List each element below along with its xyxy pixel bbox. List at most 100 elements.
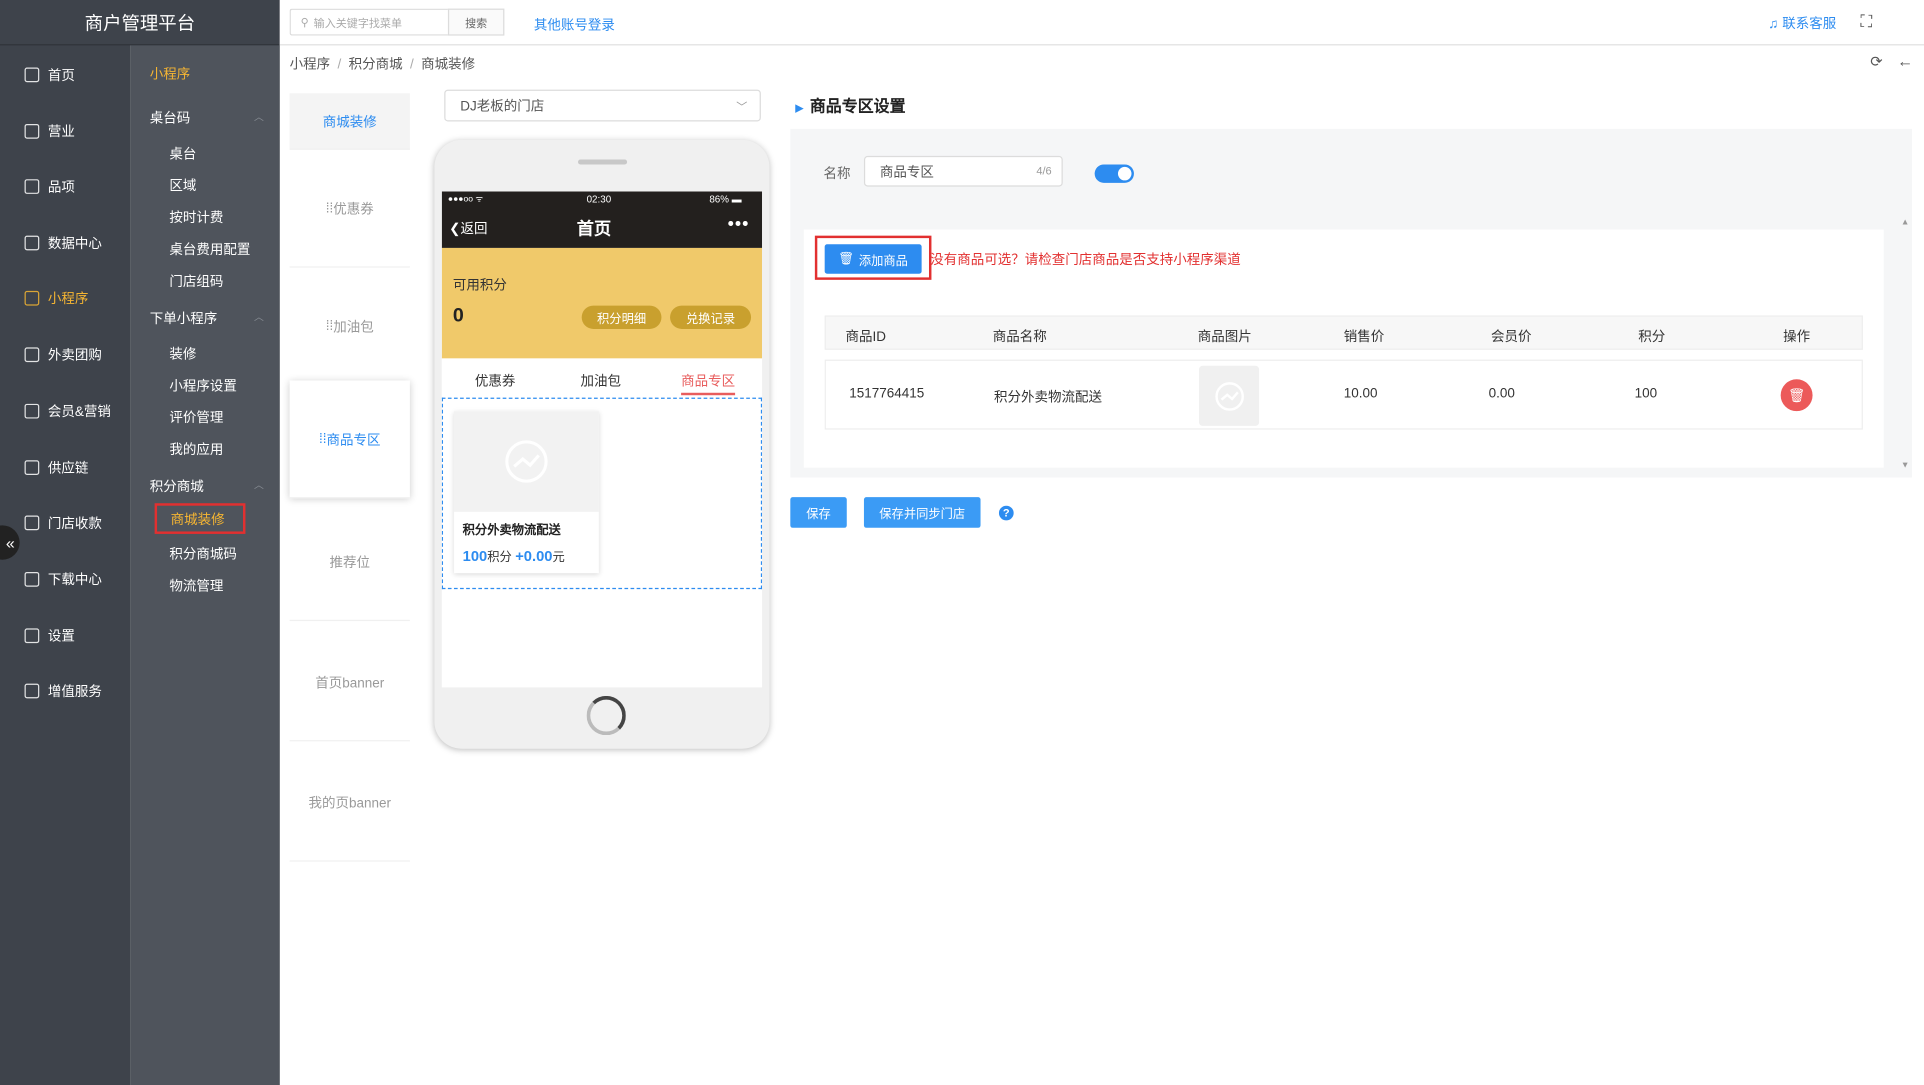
nav-value-added[interactable]: 增值服务 <box>0 673 130 710</box>
breadcrumb-item[interactable]: 小程序 <box>290 58 330 73</box>
other-account-login-link[interactable]: 其他账号登录 <box>534 15 615 35</box>
points-card: 可用积分 0 积分明细 兑换记录 <box>441 247 763 359</box>
fullscreen-icon[interactable]: ⛶ <box>1860 11 1872 32</box>
nav-supply-chain[interactable]: 供应链 <box>0 449 130 486</box>
product-price: 100积分 +0.00元 <box>462 547 565 565</box>
tab-mine-banner[interactable]: 我的页banner <box>289 744 410 862</box>
clock-icon <box>24 683 40 699</box>
subnav-group-table-code[interactable]: 桌台码 ︿ <box>150 108 264 128</box>
nav-download[interactable]: 下载中心 <box>0 561 130 598</box>
tab-recommend[interactable]: 推荐位 <box>289 503 410 622</box>
trash-icon: 🗑 <box>838 252 854 266</box>
nav-delivery[interactable]: 外卖团购 <box>0 336 130 373</box>
nav-mini-program[interactable]: 小程序 <box>0 280 130 317</box>
warning-text: 没有商品可选？请检查门店商品是否支持小程序渠道 <box>930 252 1241 268</box>
nav-store-payment[interactable]: 门店收款 <box>0 504 130 541</box>
trash-icon: 🗑 <box>1788 388 1806 404</box>
share-icon <box>24 235 40 251</box>
subnav-item-review[interactable]: 评价管理 <box>169 407 223 427</box>
phone-speaker <box>578 159 628 165</box>
phone-icon <box>24 290 40 306</box>
save-sync-button[interactable]: 保存并同步门店 <box>863 497 981 528</box>
phone-tab-fuel: 加油包 <box>580 374 621 390</box>
product-list-panel: 🗑 添加商品 没有商品可选？请检查门店商品是否支持小程序渠道 商品ID 商品名称 … <box>803 229 1884 468</box>
subnav-group-order-mini[interactable]: 下单小程序 ︿ <box>150 308 264 328</box>
settings-panel: 名称 商品专区 4/6 🗑 添加商品 没有商品可选？请检查门店商品是否支持小程序渠道… <box>790 128 1912 478</box>
name-input[interactable]: 商品专区 4/6 <box>863 155 1063 187</box>
chevron-left-icon: ❮ <box>449 222 461 237</box>
phone-screen: ●●●oo ᯤ 02:30 86% ▬ ❮返回 首页 ••• 可用积分 0 积分… <box>441 191 763 688</box>
search-button[interactable]: 搜索 <box>447 8 505 36</box>
subnav-title: 小程序 <box>149 67 191 83</box>
subnav-item-hourly-billing[interactable]: 按时计费 <box>169 207 223 227</box>
cell-member-price: 0.00 <box>1488 386 1515 402</box>
phone-home-button <box>586 695 626 736</box>
section-title: ▶ 商品专区设置 <box>795 96 906 116</box>
scroll-up-icon[interactable]: ▲ <box>1901 218 1910 227</box>
panel-scrollbar[interactable]: ▲ ▼ <box>1898 218 1910 476</box>
gear-icon <box>24 628 40 644</box>
tab-home-banner[interactable]: 首页banner <box>289 624 410 742</box>
points-detail-button: 积分明细 <box>581 305 662 329</box>
add-product-button[interactable]: 🗑 添加商品 <box>824 244 922 274</box>
decoration-tabs: 商城装修 ⁞⁞ 优惠券 ⁞⁞ 加油包 ⁞⁞ 商品专区 推荐位 首页banner 我的页… <box>289 79 410 865</box>
breadcrumb: 小程序 / 积分商城 / 商城装修 <box>289 57 476 73</box>
tab-coupons[interactable]: ⁞⁞ 优惠券 <box>289 150 410 268</box>
col-points: 积分 <box>1638 330 1666 345</box>
exchange-record-button: 兑换记录 <box>670 305 752 329</box>
image-placeholder-icon <box>1198 365 1260 426</box>
subnav-item-logistics[interactable]: 物流管理 <box>169 576 223 596</box>
nav-business[interactable]: 营业 <box>0 113 130 150</box>
subnav-item-decoration[interactable]: 装修 <box>169 344 196 364</box>
add-button-highlight: 🗑 添加商品 <box>814 235 932 280</box>
subnav-group-points-mall[interactable]: 积分商城 ︿ <box>150 476 264 496</box>
tab-fuel-pack[interactable]: ⁞⁞ 加油包 <box>289 268 410 386</box>
refresh-icon[interactable]: ⟳ <box>1870 53 1882 70</box>
subnav-item-area[interactable]: 区域 <box>169 176 196 196</box>
subnav-item-mall-decoration[interactable]: 商城装修 <box>154 503 246 534</box>
cell-sale-price: 10.00 <box>1343 386 1378 402</box>
cell-id: 1517764415 <box>849 386 925 402</box>
subnav-item-table-fee[interactable]: 桌台费用配置 <box>169 239 250 259</box>
show-toggle[interactable] <box>1094 164 1134 183</box>
search-icon: ⚲ <box>300 15 309 28</box>
tab-mall-decoration[interactable]: 商城装修 <box>289 93 410 150</box>
nav-members[interactable]: 会员&营销 <box>0 393 130 430</box>
chevron-up-icon: ︿ <box>254 479 264 491</box>
store-select[interactable]: DJ老板的门店 ﹀ <box>444 89 761 122</box>
subnav-item-my-apps[interactable]: 我的应用 <box>169 439 223 459</box>
breadcrumb-item[interactable]: 积分商城 <box>349 58 403 73</box>
table-header: 商品ID 商品名称 商品图片 销售价 会员价 积分 操作 <box>824 315 1863 350</box>
nav-settings[interactable]: 设置 <box>0 617 130 654</box>
phone-header: ●●●oo ᯤ 02:30 86% ▬ ❮返回 首页 ••• <box>441 191 763 248</box>
bike-icon <box>24 347 40 363</box>
image-placeholder-icon <box>454 411 599 512</box>
tab-product-zone[interactable]: ⁞⁞ 商品专区 <box>289 380 410 499</box>
subnav-item-table[interactable]: 桌台 <box>169 144 196 164</box>
subnav-item-mall-code[interactable]: 积分商城码 <box>169 544 236 564</box>
nav-home[interactable]: 首页 <box>0 56 130 93</box>
back-arrow-icon[interactable]: ← <box>1897 52 1913 70</box>
help-icon[interactable]: ? <box>998 505 1014 521</box>
nav-items[interactable]: 品项 <box>0 168 130 205</box>
product-name: 积分外卖物流配送 <box>462 524 561 538</box>
points-label: 可用积分 <box>452 278 507 294</box>
phone-tab-product-zone: 商品专区 <box>681 371 736 396</box>
delete-row-button[interactable]: 🗑 <box>1780 379 1813 412</box>
contact-support-link[interactable]: ♫ 联系客服 <box>1768 14 1836 34</box>
product-zone-preview[interactable]: 积分外卖物流配送 100积分 +0.00元 <box>441 397 763 590</box>
col-image: 商品图片 <box>1197 330 1252 345</box>
nav-data-center[interactable]: 数据中心 <box>0 225 130 262</box>
menu-search-input[interactable]: ⚲ 输入关键字找菜单 <box>289 8 450 36</box>
col-name: 商品名称 <box>992 330 1047 345</box>
subnav-item-store-group-code[interactable]: 门店组码 <box>169 271 223 291</box>
col-id: 商品ID <box>845 330 887 345</box>
app-title: 商户管理平台 <box>0 0 280 46</box>
subnav-item-mini-settings[interactable]: 小程序设置 <box>169 376 236 396</box>
download-icon <box>24 571 40 587</box>
battery-icon: 86% ▬ <box>709 193 742 205</box>
bag-icon <box>24 179 40 194</box>
scroll-down-icon[interactable]: ▼ <box>1901 462 1910 471</box>
save-button[interactable]: 保存 <box>790 497 847 528</box>
cell-name: 积分外卖物流配送 <box>994 390 1103 406</box>
